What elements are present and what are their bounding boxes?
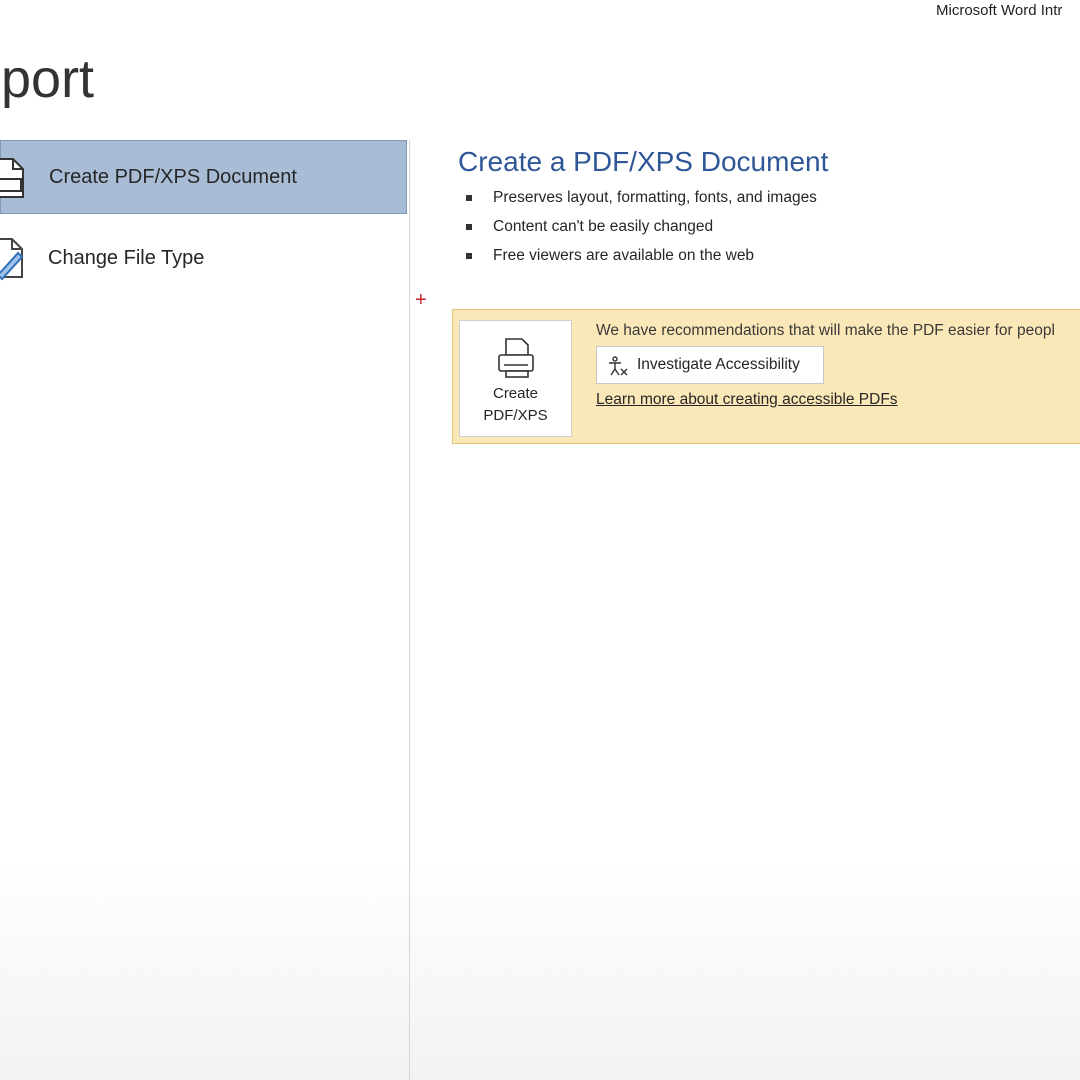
nav-item-label: Change File Type [48,246,205,269]
section-title: Create a PDF/XPS Document [458,146,829,177]
feature-list: Preserves layout, formatting, fonts, and… [466,184,817,271]
investigate-accessibility-button[interactable]: Investigate Accessibility [596,346,824,384]
change-file-type-icon [0,235,28,281]
create-pdf-xps-button[interactable]: Create PDF/XPS [459,320,572,437]
page-heading: xport [0,49,95,109]
nav-item-label: Create PDF/XPS Document [49,165,297,188]
plus-mark: + [415,289,427,311]
window-title: Microsoft Word Intr [936,2,1063,19]
pdf-printer-icon [496,337,536,379]
panel-divider [409,140,410,1080]
accessibility-banner: Create PDF/XPS We have recommendations t… [452,309,1080,444]
recommendation-text: We have recommendations that will make t… [596,322,1055,339]
create-button-label: Create PDF/XPS [483,385,548,424]
list-item: Content can't be easily changed [466,213,817,242]
investigate-button-label: Investigate Accessibility [637,356,800,373]
nav-item-create-pdf-xps[interactable]: Create PDF/XPS Document [0,140,407,214]
nav-item-change-file-type[interactable]: Change File Type [0,221,407,295]
list-item: Free viewers are available on the web [466,242,817,271]
accessibility-icon [607,355,629,377]
list-item: Preserves layout, formatting, fonts, and… [466,184,817,213]
learn-more-link[interactable]: Learn more about creating accessible PDF… [596,389,898,411]
pdf-document-icon [0,155,29,201]
